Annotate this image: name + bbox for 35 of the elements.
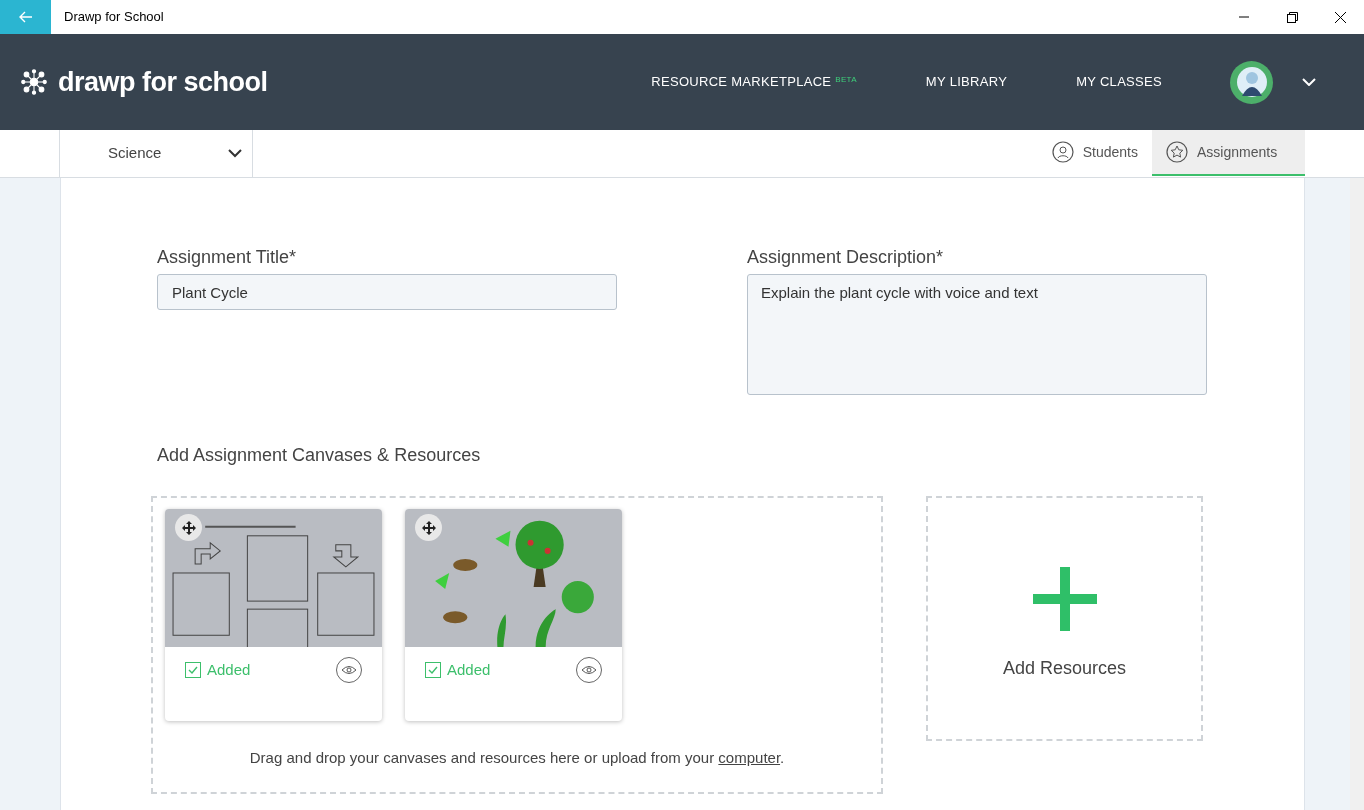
chevron-down-icon bbox=[228, 149, 242, 158]
section-heading: Add Assignment Canvases & Resources bbox=[157, 444, 482, 467]
add-resources-button[interactable]: Add Resources bbox=[926, 496, 1203, 741]
scrollbar[interactable] bbox=[1350, 178, 1364, 810]
field-label: Assignment Description* bbox=[747, 246, 945, 269]
computer-link[interactable]: computer bbox=[718, 748, 781, 766]
tab[interactable]: Students bbox=[1037, 130, 1152, 176]
checkbox[interactable] bbox=[185, 662, 201, 678]
chevron-down-icon bbox=[1302, 78, 1316, 86]
avatar[interactable] bbox=[1230, 60, 1273, 104]
move-icon bbox=[421, 520, 436, 535]
user-icon bbox=[1051, 141, 1074, 163]
eye-icon bbox=[581, 665, 597, 675]
title-field[interactable]: Plant Cycle bbox=[157, 274, 617, 310]
window-title: Drawp for School bbox=[64, 8, 164, 27]
field-label: Assignment Title* bbox=[157, 246, 298, 269]
drop-hint: Drag and drop your canvases and resources here or upload from your computer. bbox=[249, 748, 785, 766]
eye-icon bbox=[341, 665, 357, 675]
description-field[interactable]: Explain the plant cycle with voice and text bbox=[747, 274, 1207, 395]
beta-label: BETA bbox=[835, 75, 857, 85]
class-dropdown[interactable]: Science bbox=[59, 130, 253, 177]
back-arrow-icon bbox=[18, 11, 33, 23]
move-icon bbox=[181, 520, 196, 535]
restore-icon bbox=[1286, 11, 1298, 23]
logo-text: drawp for school bbox=[58, 65, 268, 99]
nav-link[interactable]: MY CLASSES bbox=[1076, 72, 1162, 92]
tab[interactable]: Assignments bbox=[1152, 130, 1305, 176]
status-text: Added bbox=[207, 659, 251, 680]
avatar-figure-icon bbox=[1235, 66, 1268, 98]
nav-link[interactable]: RESOURCE MARKETPLACE $^{BETA}$ bbox=[651, 72, 857, 92]
status-text: Added bbox=[447, 659, 491, 680]
close-icon bbox=[1334, 11, 1346, 23]
checkbox[interactable] bbox=[425, 662, 441, 678]
plus-icon bbox=[1032, 567, 1097, 631]
nav-link[interactable]: MY LIBRARY bbox=[925, 72, 1008, 92]
